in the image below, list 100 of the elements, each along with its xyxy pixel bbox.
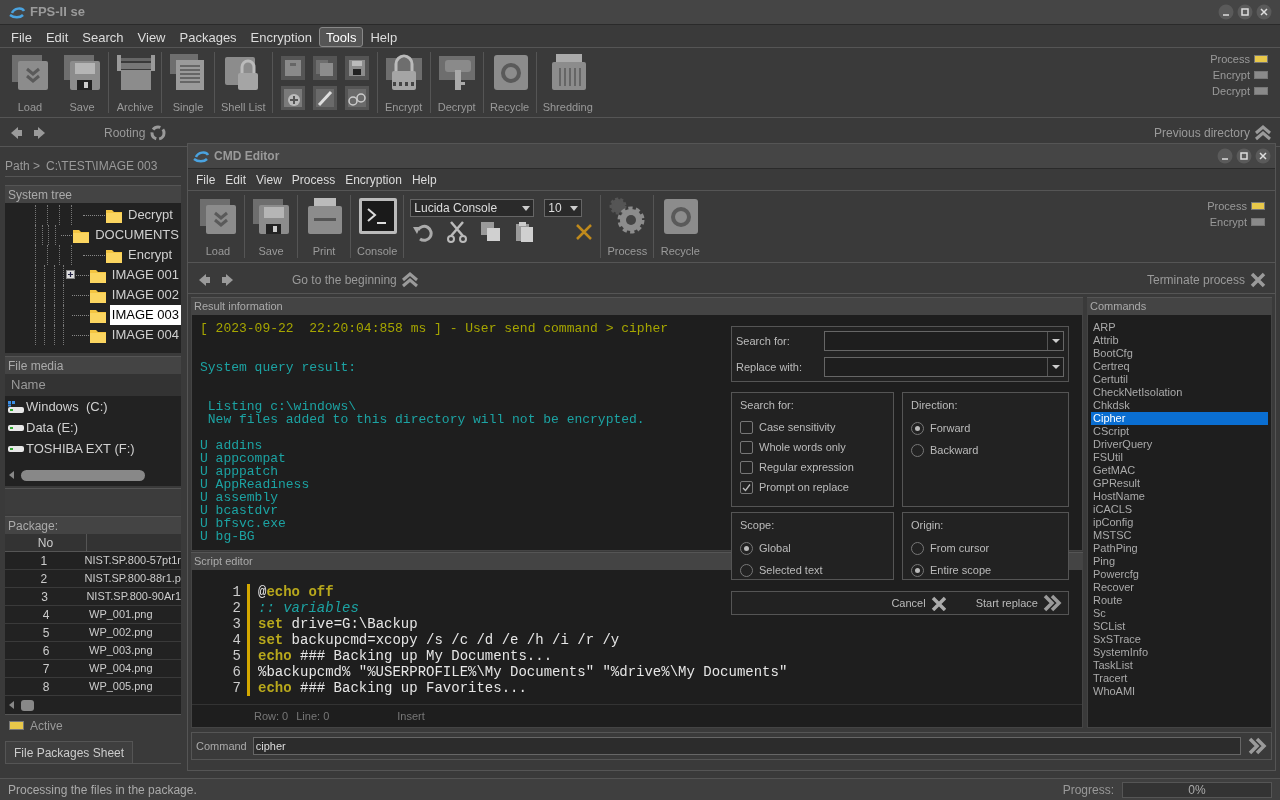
command-item[interactable]: SystemInfo [1091,646,1268,659]
tree-item[interactable]: DOCUMENTS [93,225,181,245]
expand-icon[interactable] [66,270,76,279]
maximize-icon[interactable] [1236,148,1252,164]
tree-item[interactable]: IMAGE 003 [109,305,181,325]
command-item[interactable]: Ping [1091,555,1268,568]
tree-item[interactable]: Decrypt [126,205,175,225]
toolbar-button[interactable]: Decrypt [430,51,483,114]
menu-item[interactable]: Process [286,171,341,189]
toolbar-button[interactable]: Load [4,51,56,114]
menu-item[interactable]: Tools [319,26,364,47]
command-item[interactable]: Tracert [1091,672,1268,685]
command-item[interactable]: Chkdsk [1091,399,1268,412]
horizontal-scrollbar[interactable] [21,469,145,481]
menu-item[interactable]: Edit [38,26,76,47]
tree-item[interactable]: IMAGE 001 [109,265,181,285]
command-item[interactable]: SCList [1091,620,1268,633]
box-button[interactable] [280,55,305,80]
menu-item[interactable]: Help [406,171,442,189]
scroll-left-icon[interactable] [9,471,15,479]
close-icon[interactable] [1256,4,1272,20]
send-icon[interactable] [1247,737,1267,755]
command-item[interactable]: FSUtil [1091,451,1268,464]
menu-item[interactable]: Edit [220,171,252,189]
command-item[interactable]: CScript [1091,425,1268,438]
folder-button[interactable] [312,55,337,80]
toolbar-button[interactable]: Shredding [536,51,599,114]
minimize-icon[interactable] [1218,4,1234,20]
drive-item[interactable]: Windows (C:) [26,396,108,417]
tree-item[interactable]: Encrypt [126,245,175,265]
previous-directory-button[interactable]: Previous directory [1153,124,1272,142]
toolbar-button[interactable]: Shell List [215,51,272,114]
drive-item[interactable]: Data (E:) [26,417,78,438]
copy-icon[interactable] [480,221,503,243]
pen-button[interactable] [312,85,337,110]
command-item[interactable]: Certutil [1091,373,1268,386]
command-item[interactable]: ARP [1091,321,1268,334]
rooting-button[interactable]: Rooting [104,124,168,142]
menu-item[interactable]: Encryption [340,171,407,189]
command-item[interactable]: GPResult [1091,477,1268,490]
toolbar-button[interactable]: Recycle [654,195,707,258]
checkbox[interactable] [740,421,753,434]
sheet-tab[interactable]: File Packages Sheet [5,741,134,763]
terminate-process-button[interactable]: Terminate process [1146,270,1267,289]
menu-item[interactable]: Encryption [243,26,320,47]
command-item[interactable]: CheckNetIsolation [1091,386,1268,399]
command-item[interactable]: Powercfg [1091,568,1268,581]
command-item[interactable]: Recover [1091,581,1268,594]
font-dropdown[interactable]: Lucida Console [410,199,535,217]
command-item[interactable]: Cipher [1091,412,1268,425]
command-item[interactable]: DriverQuery [1091,438,1268,451]
command-item[interactable]: Certreq [1091,360,1268,373]
checkbox[interactable] [740,461,753,474]
toolbar-button[interactable]: Load [192,195,244,258]
command-item[interactable]: TaskList [1091,659,1268,672]
toolbar-button[interactable]: Process [601,195,654,258]
toolbar-button[interactable]: Encrypt [377,51,430,114]
horizontal-scrollbar[interactable] [21,699,34,711]
maximize-icon[interactable] [1237,4,1253,20]
toolbar-button[interactable]: Archive [109,51,161,114]
command-item[interactable]: WhoAMI [1091,685,1268,698]
command-item[interactable]: GetMAC [1091,464,1268,477]
command-item[interactable]: PathPing [1091,542,1268,555]
clear-icon[interactable] [574,222,595,242]
cancel-button[interactable]: Cancel [891,594,946,612]
floppy-disk-button[interactable] [344,55,369,80]
command-item[interactable]: iCACLS [1091,503,1268,516]
checkbox[interactable] [740,441,753,454]
toolbar-button[interactable]: Save [56,51,108,114]
checkbox[interactable] [740,481,753,494]
command-item[interactable]: MSTSC [1091,529,1268,542]
tree-item[interactable]: IMAGE 002 [109,285,181,305]
font-size-dropdown[interactable]: 10 [544,199,583,217]
glasses-button[interactable] [344,85,369,110]
menu-item[interactable]: Packages [172,26,244,47]
command-item[interactable]: SxSTrace [1091,633,1268,646]
scroll-left-icon[interactable] [9,701,15,709]
menu-item[interactable]: Help [363,26,405,47]
menu-item[interactable]: View [251,171,287,189]
toolbar-button[interactable]: Print [298,195,350,258]
command-item[interactable]: BootCfg [1091,347,1268,360]
menu-item[interactable]: Search [75,26,131,47]
toolbar-button[interactable]: Recycle [483,51,536,114]
menu-item[interactable]: File [4,26,39,47]
toolbar-button[interactable]: Console [351,195,404,258]
tree-item[interactable]: IMAGE 004 [109,325,181,345]
toolbar-button[interactable]: Single [162,51,214,114]
input-field[interactable] [824,357,1064,377]
add-button[interactable] [280,85,305,110]
drive-item[interactable]: TOSHIBA EXT (F:) [26,438,135,459]
command-item[interactable]: Attrib [1091,334,1268,347]
command-item[interactable]: Sc [1091,607,1268,620]
close-icon[interactable] [1255,148,1271,164]
input-field[interactable] [824,331,1064,351]
minimize-icon[interactable] [1217,148,1233,164]
start-replace-button[interactable]: Start replace [975,594,1062,612]
menu-item[interactable]: File [191,171,221,189]
menu-item[interactable]: View [130,26,173,47]
command-item[interactable]: Route [1091,594,1268,607]
undo-icon[interactable] [412,222,435,242]
